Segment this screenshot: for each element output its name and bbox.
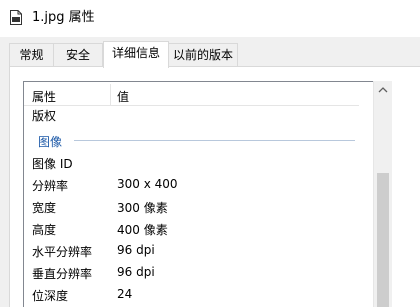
property-name: 高度 — [32, 223, 57, 237]
column-divider[interactable] — [110, 84, 111, 106]
scrollbar-thumb[interactable] — [377, 173, 389, 307]
property-value: 400 像素 — [117, 223, 168, 237]
tab-general[interactable]: 常规 — [9, 43, 54, 67]
list-item[interactable]: 垂直分辨率 96 dpi — [24, 262, 359, 284]
property-value: 24 — [117, 287, 133, 301]
property-name: 垂直分辨率 — [32, 267, 93, 281]
group-divider — [74, 140, 355, 141]
group-label: 图像 — [38, 135, 63, 149]
property-value: 96 dpi — [117, 243, 155, 257]
tab-strip: 常规 安全 详细信息 以前的版本 — [0, 41, 420, 68]
column-header-value[interactable]: 值 — [117, 88, 129, 105]
list-item[interactable]: 位深度 24 — [24, 284, 359, 306]
list-item[interactable]: 图像 ID — [24, 152, 359, 174]
property-value: 300 x 400 — [117, 177, 178, 191]
property-value: 96 dpi — [117, 265, 155, 279]
column-header-property[interactable]: 属性 — [32, 88, 56, 105]
tab-security[interactable]: 安全 — [53, 43, 103, 67]
list-item[interactable]: 分辨率 300 x 400 — [24, 174, 359, 196]
property-name: 图像 ID — [32, 157, 73, 171]
list-item[interactable]: 高度 400 像素 — [24, 218, 359, 240]
property-value: 300 像素 — [117, 201, 168, 215]
vertical-scrollbar[interactable] — [373, 81, 392, 307]
title-bar: 1.jpg 属性 — [0, 0, 420, 37]
group-header-image: 图像 — [24, 130, 359, 150]
list-item[interactable]: 宽度 300 像素 — [24, 196, 359, 218]
column-header: 属性 值 — [24, 82, 359, 106]
property-name: 位深度 — [32, 289, 69, 303]
details-list[interactable]: 属性 值 版权 图像 图像 ID 分辨率 300 x 400 宽度 300 像素… — [23, 81, 373, 307]
property-name: 版权 — [32, 109, 57, 123]
property-name: 水平分辨率 — [32, 245, 93, 259]
window-title: 1.jpg 属性 — [32, 10, 95, 25]
property-name: 分辨率 — [32, 179, 69, 193]
tab-previous-versions[interactable]: 以前的版本 — [168, 43, 238, 67]
property-name: 宽度 — [32, 201, 57, 215]
chevron-up-icon[interactable] — [374, 81, 392, 99]
file-icon — [10, 10, 22, 25]
list-item[interactable]: 版权 — [24, 104, 359, 126]
tab-details[interactable]: 详细信息 — [103, 41, 169, 68]
list-item[interactable]: 水平分辨率 96 dpi — [24, 240, 359, 262]
